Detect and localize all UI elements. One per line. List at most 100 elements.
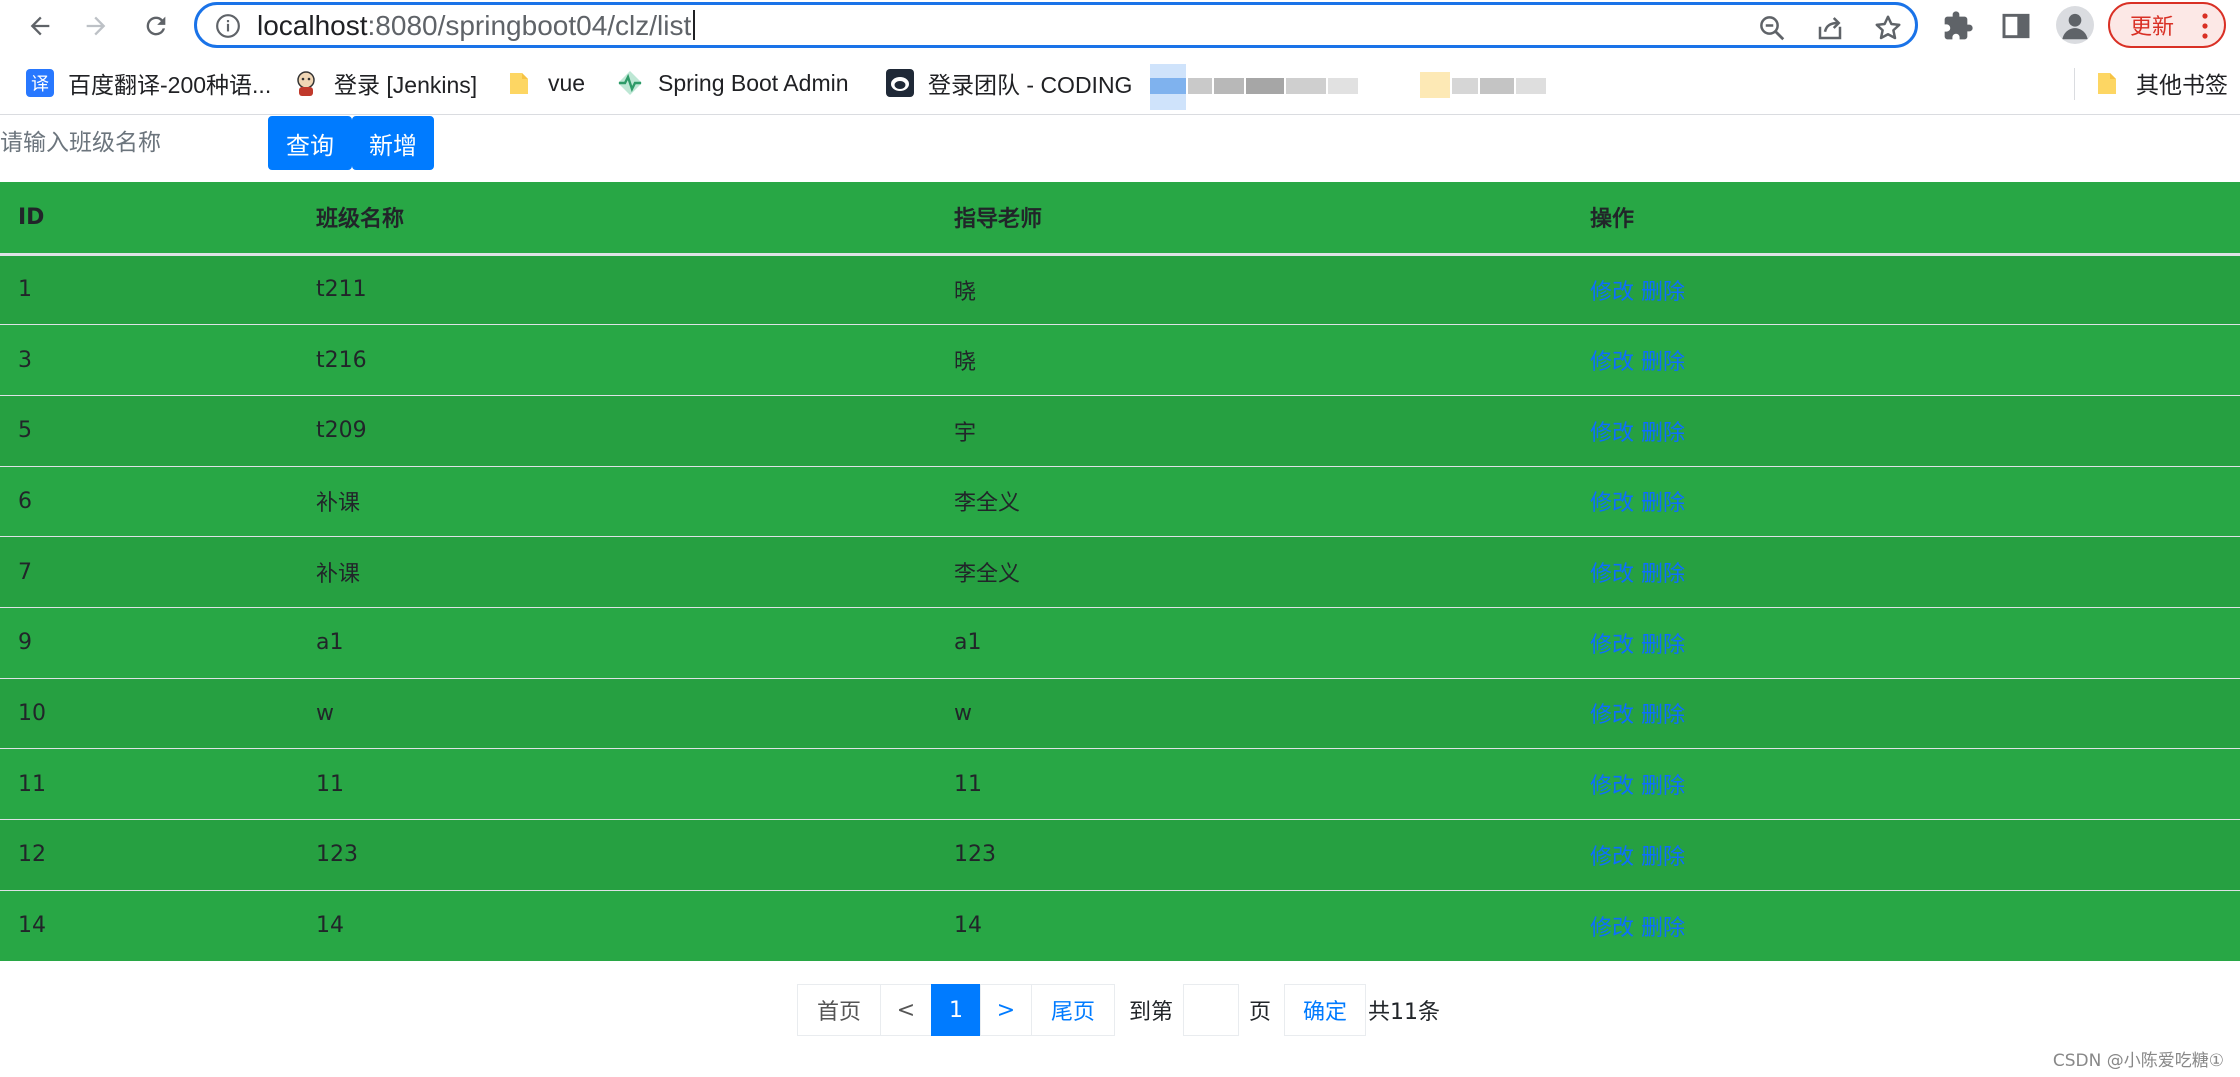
first-page-button[interactable]: 首页 xyxy=(797,984,881,1036)
query-button[interactable]: 查询 xyxy=(268,116,352,170)
cell-teacher: 晓 xyxy=(954,279,977,305)
bookmark-label: 百度翻译-200种语... xyxy=(68,72,272,98)
goto-prefix-label: 到第 xyxy=(1129,1000,1174,1025)
bookmarks-bar: 译 百度翻译-200种语... 登录 [Jenkins] vue Spring … xyxy=(0,60,2240,110)
bookmark-jenkins[interactable]: 登录 [Jenkins] xyxy=(292,66,477,100)
bookmark-baidu-translate[interactable]: 译 百度翻译-200种语... xyxy=(26,66,271,100)
address-bar[interactable]: localhost:8080/springboot04/clz/list xyxy=(194,2,1918,48)
cell-id: 12 xyxy=(18,842,46,868)
side-panel-icon[interactable] xyxy=(2000,10,2032,42)
delete-link[interactable]: 删除 xyxy=(1641,280,1685,305)
cell-id: 6 xyxy=(18,488,32,514)
bookmark-label: 登录 [Jenkins] xyxy=(334,72,478,98)
person-icon xyxy=(2062,13,2088,40)
edit-link[interactable]: 修改 xyxy=(1590,280,1634,305)
delete-link[interactable]: 删除 xyxy=(1641,774,1685,799)
edit-link[interactable]: 修改 xyxy=(1590,562,1634,587)
more-vert-icon xyxy=(2202,13,2208,39)
delete-link[interactable]: 删除 xyxy=(1641,562,1685,587)
class-table: ID 班级名称 指导老师 操作 1 t211 晓修改 删除 3 t216 晓修改 删除 5 t… xyxy=(0,182,2240,961)
cell-id: 3 xyxy=(18,347,32,373)
cell-class-name: 14 xyxy=(316,913,344,939)
cell-teacher: 李全义 xyxy=(954,562,1021,588)
cell-teacher: a1 xyxy=(954,630,982,656)
add-button[interactable]: 新增 xyxy=(352,116,434,170)
url-host: localhost xyxy=(257,10,368,41)
edit-link[interactable]: 修改 xyxy=(1590,421,1634,446)
cell-id: 5 xyxy=(18,418,32,444)
bookmark-spring-boot-admin[interactable]: Spring Boot Admin xyxy=(616,66,849,100)
bookmark-label: Spring Boot Admin xyxy=(658,69,849,96)
goto-suffix-label: 页 xyxy=(1249,1000,1272,1025)
total-count-label: 共11条 xyxy=(1368,1000,1441,1025)
header-actions: 操作 xyxy=(1572,182,2240,256)
bookmark-coding[interactable]: 登录团队 - CODING xyxy=(886,66,1132,100)
delete-link[interactable]: 删除 xyxy=(1641,350,1685,375)
cell-actions: 修改 删除 xyxy=(1572,890,2240,961)
bookmark-label: 登录团队 - CODING xyxy=(928,72,1133,98)
table-row: 3 t216 晓 修改 删除 xyxy=(0,324,2240,396)
table-row: 1 t211 晓 修改 删除 xyxy=(0,254,2240,325)
header-id: ID xyxy=(0,182,298,256)
cell-teacher: 11 xyxy=(954,771,982,797)
bookmark-star-icon[interactable] xyxy=(1873,13,1903,43)
back-button[interactable] xyxy=(20,6,60,46)
reload-icon xyxy=(146,16,166,36)
edit-link[interactable]: 修改 xyxy=(1590,491,1634,516)
cell-teacher: 李全义 xyxy=(954,491,1021,517)
prev-page-button[interactable]: < xyxy=(880,984,932,1036)
next-page-button[interactable]: > xyxy=(980,984,1032,1036)
edit-link[interactable]: 修改 xyxy=(1590,703,1634,728)
edit-link[interactable]: 修改 xyxy=(1590,633,1634,658)
header-teacher: 指导老师 xyxy=(936,182,1572,256)
current-page-button[interactable]: 1 xyxy=(931,984,981,1036)
cell-actions: 修改 删除 xyxy=(1572,254,2240,325)
url-text[interactable]: localhost:8080/springboot04/clz/list xyxy=(257,9,696,43)
goto-confirm-button[interactable]: 确定 xyxy=(1284,984,1367,1036)
edit-link[interactable]: 修改 xyxy=(1590,916,1634,941)
folder-icon xyxy=(510,73,528,94)
redacted-bookmarks xyxy=(1150,64,1546,110)
arrow-left-icon xyxy=(30,16,50,36)
zoom-icon[interactable] xyxy=(1757,13,1787,43)
edit-link[interactable]: 修改 xyxy=(1590,350,1634,375)
delete-link[interactable]: 删除 xyxy=(1641,421,1685,446)
delete-link[interactable]: 删除 xyxy=(1641,633,1685,658)
table-row: 9 a1 a1 修改 删除 xyxy=(0,607,2240,679)
table-row: 14 14 14 修改 删除 xyxy=(0,890,2240,961)
edit-link[interactable]: 修改 xyxy=(1590,774,1634,799)
info-icon[interactable] xyxy=(215,13,241,39)
class-name-search-input[interactable] xyxy=(0,116,266,170)
cell-class-name: 补课 xyxy=(316,562,361,588)
reload-button[interactable] xyxy=(136,6,176,46)
browser-toolbar: localhost:8080/springboot04/clz/list 更新 xyxy=(0,0,2240,52)
watermark: CSDN @小陈爱吃糖① xyxy=(2052,1051,2224,1071)
pagination: 首页 < 1 > 尾页 到第 页 确定 共11条 xyxy=(797,984,1450,1036)
delete-link[interactable]: 删除 xyxy=(1641,491,1685,516)
bookmark-other-folder[interactable]: 其他书签 xyxy=(2094,66,2228,100)
delete-link[interactable]: 删除 xyxy=(1641,916,1685,941)
bookmark-vue[interactable]: vue xyxy=(506,66,585,100)
share-icon[interactable] xyxy=(1815,13,1845,43)
profile-avatar[interactable] xyxy=(2056,6,2094,44)
cell-class-name: t216 xyxy=(316,347,367,373)
last-page-button[interactable]: 尾页 xyxy=(1031,984,1115,1036)
update-button[interactable]: 更新 xyxy=(2108,2,2226,48)
goto-page-input[interactable] xyxy=(1183,984,1240,1036)
extensions-icon[interactable] xyxy=(1942,10,1974,42)
table-row: 12 123 123 修改 删除 xyxy=(0,819,2240,891)
url-path: :8080/springboot04/clz/list xyxy=(367,10,692,41)
cell-id: 1 xyxy=(18,277,32,303)
cell-actions: 修改 删除 xyxy=(1572,749,2240,820)
delete-link[interactable]: 删除 xyxy=(1641,845,1685,870)
edit-link[interactable]: 修改 xyxy=(1590,845,1634,870)
forward-button[interactable] xyxy=(76,6,116,46)
cell-actions: 修改 删除 xyxy=(1572,466,2240,537)
cell-class-name: t211 xyxy=(316,277,367,303)
svg-text:译: 译 xyxy=(31,74,49,95)
cell-actions: 修改 删除 xyxy=(1572,607,2240,678)
table-header: ID 班级名称 指导老师 操作 xyxy=(0,182,2240,256)
table-row: 11 11 11 修改 删除 xyxy=(0,748,2240,820)
delete-link[interactable]: 删除 xyxy=(1641,703,1685,728)
cell-class-name: 123 xyxy=(316,842,358,868)
